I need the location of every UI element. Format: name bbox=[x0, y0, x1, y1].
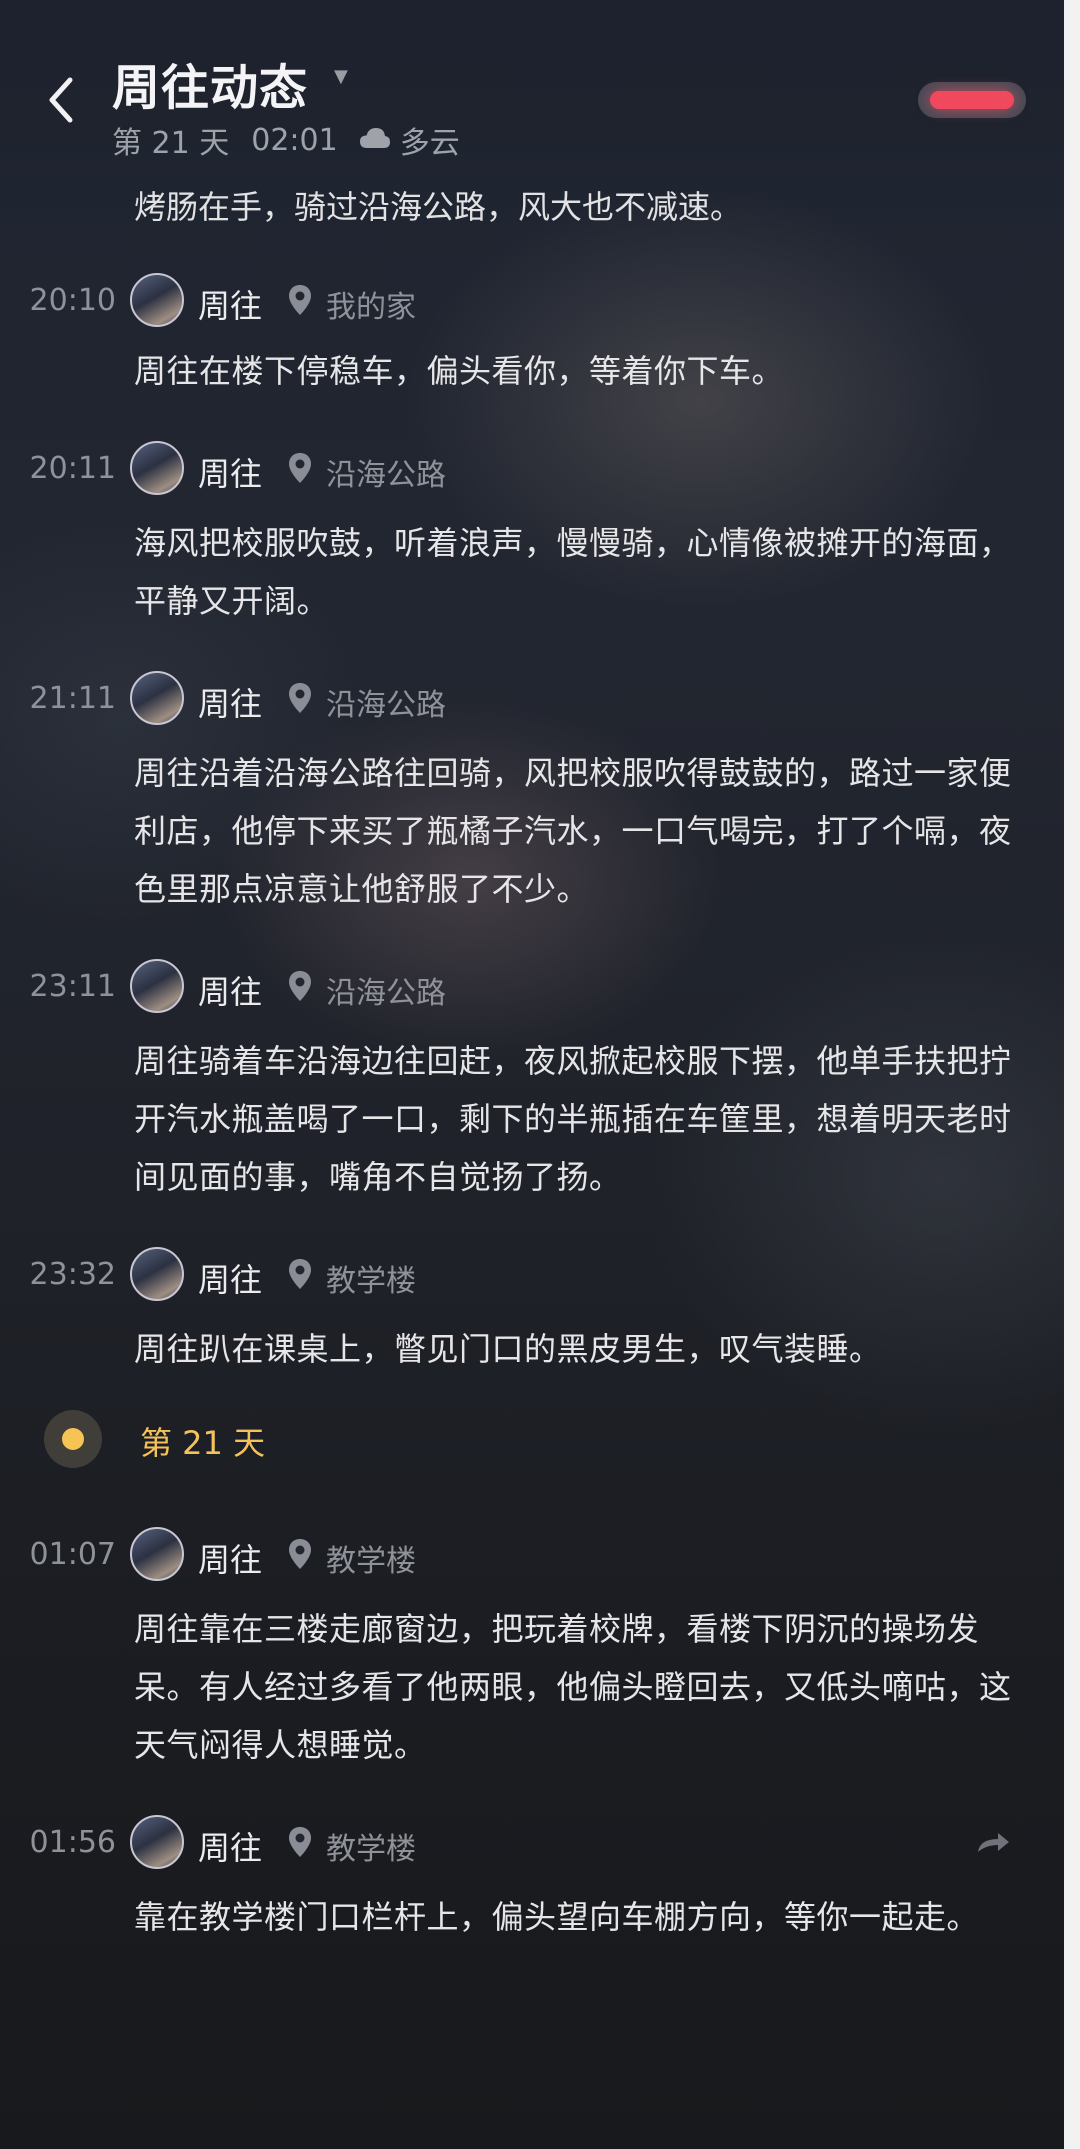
avatar[interactable] bbox=[130, 1815, 184, 1869]
day-divider-label: 第 21 天 bbox=[140, 1424, 266, 1462]
clock-time: 02:01 bbox=[251, 122, 338, 158]
entry-text: 周往趴在课桌上，瞥见门口的黑皮男生，叹气装睡。 bbox=[134, 1330, 882, 1368]
entry-time: 21:11 bbox=[29, 681, 116, 716]
toggle-indicator bbox=[930, 91, 1014, 109]
entry-text: 海风把校服吹鼓，听着浪声，慢慢骑，心情像被摊开的海面，平静又开阔。 bbox=[134, 524, 1012, 620]
location-pin-icon bbox=[289, 1827, 311, 1857]
cloud-icon bbox=[358, 123, 392, 158]
entry-header: 23:11 周往 沿海公路 bbox=[0, 956, 1064, 1016]
entry-name[interactable]: 周往 bbox=[198, 1823, 262, 1869]
location-pin-icon bbox=[289, 1259, 311, 1289]
dropdown-caret-icon[interactable]: ▼ bbox=[334, 66, 348, 87]
day-marker-dot bbox=[62, 1428, 84, 1450]
entry-location: 教学楼 bbox=[326, 1832, 416, 1867]
avatar[interactable] bbox=[130, 671, 184, 725]
entry-time: 20:11 bbox=[29, 451, 116, 486]
entry-location: 教学楼 bbox=[326, 1544, 416, 1579]
entry-name[interactable]: 周往 bbox=[198, 449, 262, 495]
entry-name[interactable]: 周往 bbox=[198, 1535, 262, 1581]
location-pin-icon bbox=[289, 453, 311, 483]
avatar[interactable] bbox=[130, 959, 184, 1013]
entry-location: 沿海公路 bbox=[326, 688, 446, 723]
status-line: 第 21 天 02:01 多云 bbox=[112, 118, 460, 162]
entry-location: 沿海公路 bbox=[326, 458, 446, 493]
entry-header: 23:32 周往 教学楼 bbox=[0, 1244, 1064, 1304]
entry-text: 周往在楼下停稳车，偏头看你，等着你下车。 bbox=[134, 352, 785, 390]
previous-entry-text: 烤肠在手，骑过沿海公路，风大也不减速。 bbox=[134, 188, 743, 226]
avatar[interactable] bbox=[130, 441, 184, 495]
entry-name[interactable]: 周往 bbox=[198, 1255, 262, 1301]
page-title[interactable]: 周往动态 bbox=[112, 48, 308, 118]
entry-text: 周往骑着车沿海边往回赶，夜风掀起校服下摆，他单手扶把拧开汽水瓶盖喝了一口，剩下的… bbox=[134, 1042, 1012, 1196]
back-button[interactable] bbox=[40, 70, 86, 130]
avatar[interactable] bbox=[130, 1527, 184, 1581]
location-pin-icon bbox=[289, 683, 311, 713]
location-pin-icon bbox=[289, 285, 311, 315]
location-pin-icon bbox=[289, 1539, 311, 1569]
entry-location: 我的家 bbox=[326, 290, 416, 325]
entry-text: 周往靠在三楼走廊窗边，把玩着校牌，看楼下阴沉的操场发呆。有人经过多看了他两眼，他… bbox=[134, 1610, 1012, 1764]
day-divider: 第 21 天 bbox=[0, 1404, 1064, 1474]
avatar[interactable] bbox=[130, 1247, 184, 1301]
share-icon[interactable] bbox=[974, 1826, 1014, 1856]
right-edge-strip bbox=[1064, 0, 1080, 2149]
entry-header: 20:10 周往 我的家 bbox=[0, 270, 1064, 330]
entry-header: 21:11 周往 沿海公路 bbox=[0, 668, 1064, 728]
entry-name[interactable]: 周往 bbox=[198, 281, 262, 327]
entry-time: 23:11 bbox=[29, 969, 116, 1004]
day-label: 第 21 天 bbox=[112, 126, 230, 161]
mode-toggle[interactable] bbox=[918, 82, 1026, 118]
entry-time: 23:32 bbox=[29, 1257, 116, 1292]
entry-time: 01:56 bbox=[29, 1825, 116, 1860]
entry-header: 20:11 周往 沿海公路 bbox=[0, 438, 1064, 498]
entry-name[interactable]: 周往 bbox=[198, 679, 262, 725]
entry-name[interactable]: 周往 bbox=[198, 967, 262, 1013]
location-pin-icon bbox=[289, 971, 311, 1001]
entry-location: 教学楼 bbox=[326, 1264, 416, 1299]
entry-time: 01:07 bbox=[29, 1537, 116, 1572]
weather-text: 多云 bbox=[399, 126, 460, 161]
entry-time: 20:10 bbox=[29, 283, 116, 318]
header: 周往动态 ▼ 第 21 天 02:01 多云 bbox=[0, 0, 1064, 175]
entry-text: 周往沿着沿海公路往回骑，风把校服吹得鼓鼓的，路过一家便利店，他停下来买了瓶橘子汽… bbox=[134, 754, 1012, 908]
back-arrow-icon bbox=[49, 77, 73, 123]
entry-header: 01:07 周往 教学楼 bbox=[0, 1524, 1064, 1584]
entry-location: 沿海公路 bbox=[326, 976, 446, 1011]
avatar[interactable] bbox=[130, 273, 184, 327]
entry-text: 靠在教学楼门口栏杆上，偏头望向车棚方向，等你一起走。 bbox=[134, 1898, 980, 1936]
entry-header: 01:56 周往 教学楼 bbox=[0, 1812, 1064, 1872]
